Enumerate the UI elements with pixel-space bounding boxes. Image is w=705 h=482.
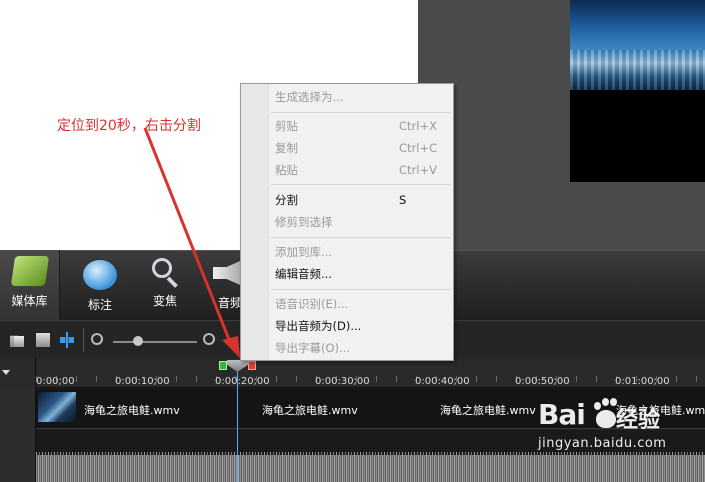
context-menu-icon-column (241, 84, 269, 360)
clip-label: 海龟之旅电鲑.wmv (440, 404, 536, 417)
tutorial-annotation: 定位到20秒，右击分割 (57, 118, 201, 134)
baidu-paw-icon (596, 410, 616, 428)
menu-separator (271, 184, 451, 185)
context-menu: 生成选择为... 剪贴 Ctrl+X 复制 Ctrl+C 粘贴 Ctrl+V 分割 S … (240, 83, 454, 361)
timeline-zoom-slider[interactable] (113, 341, 197, 343)
menu-item-edit-audio[interactable]: 编辑音频... (269, 264, 453, 284)
menu-separator (271, 289, 451, 290)
callout-icon (83, 260, 117, 290)
menu-item-paste[interactable]: 粘贴 Ctrl+V (269, 160, 453, 180)
menu-separator (271, 112, 451, 113)
menu-item-trim-to-selection[interactable]: 修剪到选择 (269, 212, 453, 232)
ruler-label: 0:00:50;00 (515, 376, 570, 387)
copy-icon-front (14, 336, 24, 347)
ruler-label: 0:00;00 (36, 376, 75, 387)
media-library-icon (10, 256, 49, 286)
zoom-out-icon[interactable] (91, 333, 103, 345)
baidu-jingyan-watermark: Bai 经验 jingyan.baidu.com (538, 394, 703, 464)
camtasia-editor: 媒体库 标注 变焦 音频 0:00;00 0:00:10;00 0:00:20;… (0, 0, 705, 482)
tab-callouts[interactable]: 标注 (70, 250, 130, 320)
tab-zoom-n-pan[interactable]: 变焦 (135, 250, 195, 320)
zoom-icon (148, 256, 182, 288)
selection-start-marker[interactable] (219, 361, 227, 370)
dropdown-triangle-icon[interactable] (2, 370, 10, 375)
split-icon[interactable] (60, 332, 74, 348)
menu-item-cut[interactable]: 剪贴 Ctrl+X (269, 116, 453, 136)
preview-video (570, 0, 705, 182)
tab-media-library[interactable]: 媒体库 (0, 250, 60, 320)
watermark-url: jingyan.baidu.com (538, 436, 667, 451)
playhead-line (237, 372, 238, 482)
ruler-label: 0:00:40;00 (415, 376, 470, 387)
tab-label: 音频 (217, 296, 242, 310)
ruler-label: 0:00:30;00 (315, 376, 370, 387)
timeline-zoom-knob[interactable] (133, 336, 143, 346)
menu-item-split[interactable]: 分割 S (269, 190, 453, 210)
tab-label: 媒体库 (11, 294, 48, 308)
zoom-in-icon[interactable] (203, 333, 215, 345)
preview-frame-image (570, 0, 705, 90)
menu-item-produce-selection[interactable]: 生成选择为... (269, 87, 453, 107)
menu-separator (271, 237, 451, 238)
paste-icon[interactable] (36, 333, 50, 347)
selection-end-marker[interactable] (248, 361, 256, 370)
ruler-label: 0:00:10;00 (115, 376, 170, 387)
tab-label: 变焦 (152, 294, 177, 308)
menu-item-speech-recognition[interactable]: 语音识别(E)... (269, 294, 453, 314)
watermark-brand: Bai (538, 398, 586, 431)
clip-label: 海龟之旅电鲑.wmv (262, 404, 358, 417)
track-headers (0, 388, 36, 482)
menu-item-export-captions[interactable]: 导出字幕(O)... (269, 338, 453, 358)
watermark-brand-suffix: 经验 (616, 408, 661, 433)
menu-item-add-to-library[interactable]: 添加到库... (269, 242, 453, 262)
tab-label: 标注 (87, 298, 112, 312)
clip-label: 海龟之旅电鲑.wmv (84, 404, 180, 417)
toolbar-divider (83, 328, 84, 352)
ruler-label: 0:01:00;00 (615, 376, 670, 387)
ruler-label: 0:00:20;00 (215, 376, 270, 387)
menu-item-export-audio[interactable]: 导出音频为(D)... (269, 316, 453, 336)
menu-item-copy[interactable]: 复制 Ctrl+C (269, 138, 453, 158)
clip-thumbnail (38, 392, 76, 422)
